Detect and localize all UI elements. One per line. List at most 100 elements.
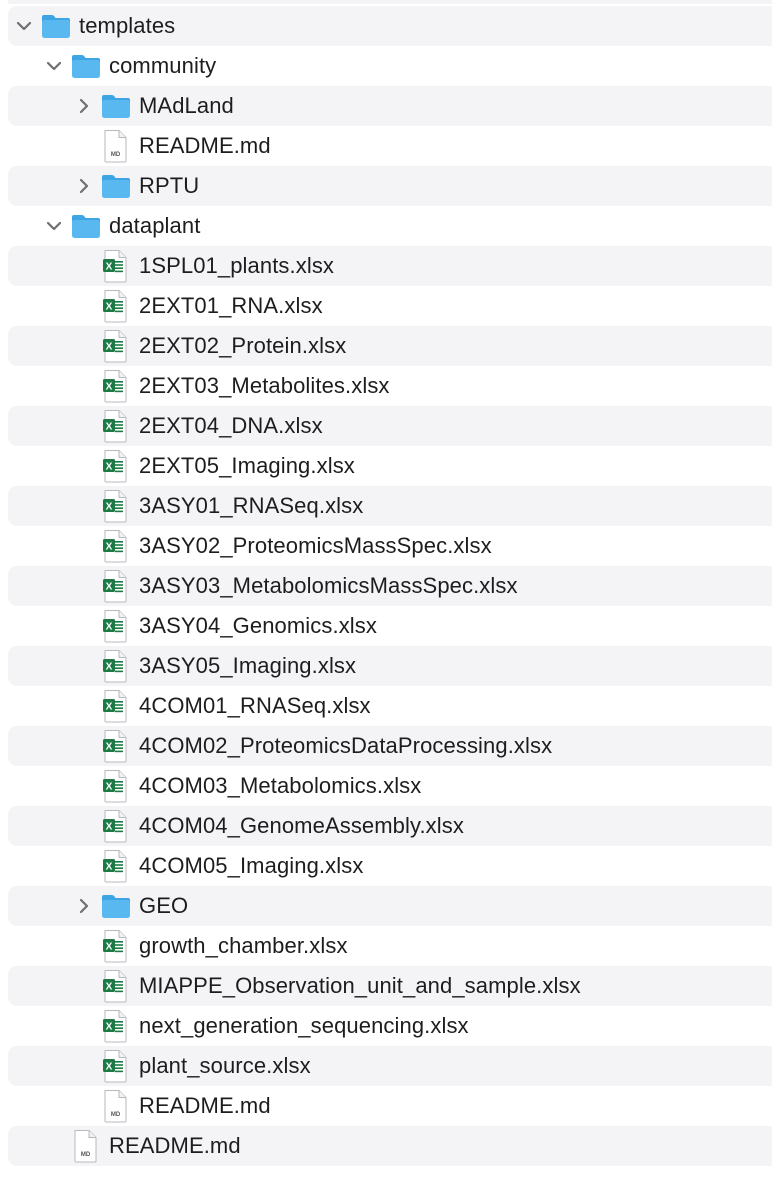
excel-file-icon: X xyxy=(100,929,132,963)
chevron-placeholder xyxy=(74,776,94,796)
chevron-placeholder xyxy=(74,336,94,356)
excel-file-icon: X xyxy=(100,809,132,843)
tree-row-file[interactable]: MD README.md xyxy=(0,1126,772,1166)
svg-text:X: X xyxy=(106,462,113,473)
svg-text:X: X xyxy=(106,862,113,873)
chevron-placeholder xyxy=(74,136,94,156)
svg-text:X: X xyxy=(106,422,113,433)
tree-item-label: MIAPPE_Observation_unit_and_sample.xlsx xyxy=(139,973,581,998)
tree-item-label: plant_source.xlsx xyxy=(139,1053,311,1078)
excel-file-icon: X xyxy=(100,649,132,683)
tree-row-folder[interactable]: dataplant xyxy=(0,206,772,246)
chevron-placeholder xyxy=(74,936,94,956)
chevron-placeholder xyxy=(74,536,94,556)
svg-text:X: X xyxy=(106,582,113,593)
tree-row-file[interactable]: X 4COM05_Imaging.xlsx xyxy=(0,846,772,886)
tree-row-folder[interactable]: GEO xyxy=(0,886,772,926)
tree-row-file[interactable]: X 4COM02_ProteomicsDataProcessing.xlsx xyxy=(0,726,772,766)
chevron-placeholder xyxy=(74,256,94,276)
tree-row-file[interactable]: X 2EXT05_Imaging.xlsx xyxy=(0,446,772,486)
tree-row-file[interactable]: X 1SPL01_plants.xlsx xyxy=(0,246,772,286)
tree-row-file[interactable]: Xnext_generation_sequencing.xlsx xyxy=(0,1006,772,1046)
folder-icon xyxy=(100,889,132,923)
chevron-placeholder xyxy=(74,736,94,756)
tree-row-folder[interactable]: templates xyxy=(0,6,772,46)
tree-row-file[interactable]: X MIAPPE_Observation_unit_and_sample.xlsx xyxy=(0,966,772,1006)
excel-file-icon: X xyxy=(100,769,132,803)
excel-file-icon: X xyxy=(100,1009,132,1043)
tree-row-file[interactable]: X 3ASY02_ProteomicsMassSpec.xlsx xyxy=(0,526,772,566)
svg-text:X: X xyxy=(106,622,113,633)
chevron-down-icon[interactable] xyxy=(44,56,64,76)
folder-icon xyxy=(100,169,132,203)
tree-item-label: templates xyxy=(79,13,176,38)
chevron-placeholder xyxy=(74,456,94,476)
tree-item-label: 2EXT04_DNA.xlsx xyxy=(139,413,323,438)
tree-row-file[interactable]: X 2EXT02_Protein.xlsx xyxy=(0,326,772,366)
previous-row-sliver xyxy=(8,0,772,4)
svg-text:X: X xyxy=(106,782,113,793)
tree-item-label: 4COM03_Metabolomics.xlsx xyxy=(139,773,422,798)
tree-row-file[interactable]: MD README.md xyxy=(0,1086,772,1126)
tree-row-file[interactable]: X 3ASY04_Genomics.xlsx xyxy=(0,606,772,646)
chevron-placeholder xyxy=(74,376,94,396)
chevron-right-icon[interactable] xyxy=(74,176,94,196)
tree-row-file[interactable]: X 3ASY05_Imaging.xlsx xyxy=(0,646,772,686)
tree-item-label: 2EXT05_Imaging.xlsx xyxy=(139,453,355,478)
folder-icon xyxy=(70,49,102,83)
svg-text:X: X xyxy=(106,942,113,953)
tree-item-label: 3ASY03_MetabolomicsMassSpec.xlsx xyxy=(139,573,518,598)
chevron-placeholder xyxy=(74,856,94,876)
excel-file-icon: X xyxy=(100,969,132,1003)
chevron-right-icon[interactable] xyxy=(74,896,94,916)
tree-item-label: 4COM05_Imaging.xlsx xyxy=(139,853,364,878)
excel-file-icon: X xyxy=(100,569,132,603)
tree-item-label: community xyxy=(109,53,217,78)
excel-file-icon: X xyxy=(100,489,132,523)
chevron-placeholder xyxy=(74,576,94,596)
tree-item-label: 4COM01_RNASeq.xlsx xyxy=(139,693,371,718)
chevron-down-icon[interactable] xyxy=(44,216,64,236)
tree-item-label: 4COM02_ProteomicsDataProcessing.xlsx xyxy=(139,733,553,758)
tree-row-folder[interactable]: MAdLand xyxy=(0,86,772,126)
chevron-down-icon[interactable] xyxy=(14,16,34,36)
svg-text:MD: MD xyxy=(111,152,121,158)
excel-file-icon: X xyxy=(100,289,132,323)
folder-icon xyxy=(70,209,102,243)
tree-row-file[interactable]: X 2EXT04_DNA.xlsx xyxy=(0,406,772,446)
chevron-placeholder xyxy=(74,1096,94,1116)
svg-text:X: X xyxy=(106,662,113,673)
tree-row-file[interactable]: X 4COM04_GenomeAssembly.xlsx xyxy=(0,806,772,846)
tree-item-label: README.md xyxy=(139,133,271,158)
tree-row-file[interactable]: X 4COM01_RNASeq.xlsx xyxy=(0,686,772,726)
chevron-right-icon[interactable] xyxy=(74,96,94,116)
chevron-placeholder xyxy=(74,616,94,636)
tree-row-folder[interactable]: RPTU xyxy=(0,166,772,206)
tree-row-file[interactable]: X 2EXT03_Metabolites.xlsx xyxy=(0,366,772,406)
tree-row-file[interactable]: X 4COM03_Metabolomics.xlsx xyxy=(0,766,772,806)
tree-item-label: 3ASY01_RNASeq.xlsx xyxy=(139,493,364,518)
tree-row-file[interactable]: MD README.md xyxy=(0,126,772,166)
tree-row-file[interactable]: X 2EXT01_RNA.xlsx xyxy=(0,286,772,326)
chevron-placeholder xyxy=(74,816,94,836)
tree-item-label: 4COM04_GenomeAssembly.xlsx xyxy=(139,813,464,838)
tree-row-file[interactable]: Xplant_source.xlsx xyxy=(0,1046,772,1086)
svg-text:X: X xyxy=(106,302,113,313)
tree-row-file[interactable]: X 3ASY03_MetabolomicsMassSpec.xlsx xyxy=(0,566,772,606)
tree-row-folder[interactable]: community xyxy=(0,46,772,86)
chevron-placeholder xyxy=(74,416,94,436)
svg-text:X: X xyxy=(106,342,113,353)
chevron-placeholder xyxy=(74,296,94,316)
svg-text:X: X xyxy=(106,822,113,833)
chevron-placeholder xyxy=(74,1056,94,1076)
svg-text:X: X xyxy=(106,502,113,513)
tree-item-label: 3ASY05_Imaging.xlsx xyxy=(139,653,357,678)
tree-row-file[interactable]: X 3ASY01_RNASeq.xlsx xyxy=(0,486,772,526)
tree-item-label: 3ASY02_ProteomicsMassSpec.xlsx xyxy=(139,533,492,558)
chevron-placeholder xyxy=(74,496,94,516)
folder-icon xyxy=(100,89,132,123)
svg-text:X: X xyxy=(106,262,113,273)
tree-row-file[interactable]: Xgrowth_chamber.xlsx xyxy=(0,926,772,966)
tree-item-label: 1SPL01_plants.xlsx xyxy=(139,253,335,278)
tree-item-label: RPTU xyxy=(139,173,200,198)
